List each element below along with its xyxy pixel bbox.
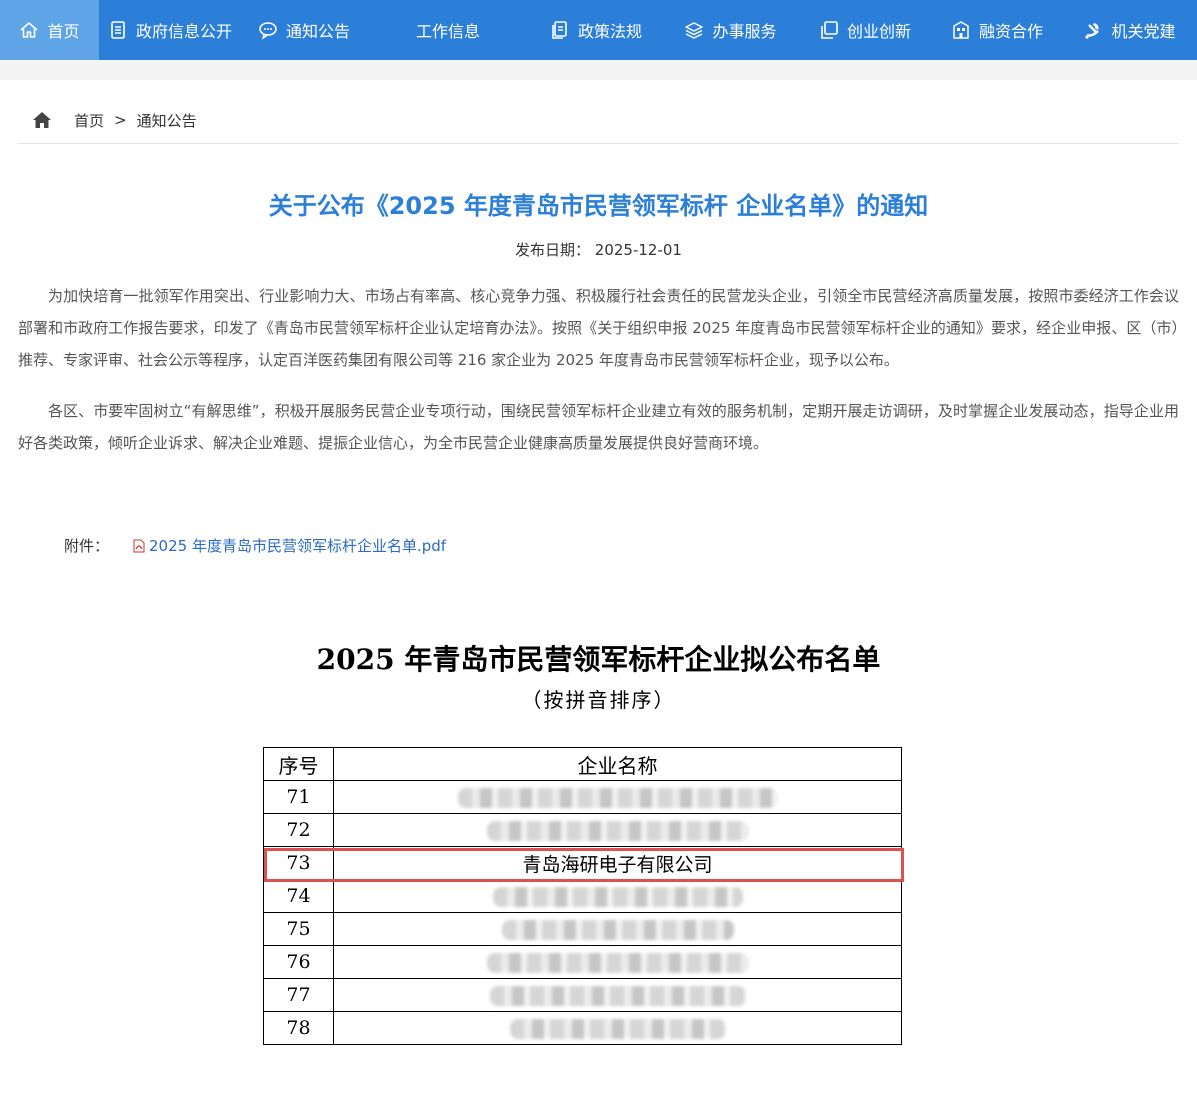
publish-date-value: 2025-12-01 [594, 241, 682, 259]
article-title: 关于公布《2025 年度青岛市民营领军标杆 企业名单》的通知 [268, 192, 929, 220]
company-name-blurred [333, 1011, 902, 1045]
table-header-row: 序号 企业名称 [263, 747, 902, 781]
article-paragraph: 各区、市要牢固树立“有解思维”，积极开展服务民营企业专项行动，围绕民营领军标杆企… [18, 402, 1179, 452]
nav-item-label: 创业创新 [846, 22, 911, 41]
header-strip [0, 60, 1197, 80]
breadcrumb-separator: > [114, 111, 127, 129]
breadcrumb-current[interactable]: 通知公告 [137, 110, 197, 131]
company-table: 序号 企业名称 71 72 73 青岛海研电子有限公司 74 75 76 77 … [263, 747, 902, 1045]
company-name-blurred [333, 912, 902, 946]
table-row: 71 [263, 780, 902, 814]
nav-item-policies[interactable]: 政策法规 [529, 0, 663, 60]
attachment-link[interactable]: 2025 年度青岛市民营领军标杆企业名单.pdf [149, 535, 446, 556]
document-icon [111, 21, 125, 39]
nav-item-label: 通知公告 [285, 22, 350, 41]
breadcrumb: 首页 > 通知公告 [32, 108, 197, 132]
nav-item-work-info[interactable]: 工作信息 [367, 0, 529, 60]
nav-item-services[interactable]: 办事服务 [663, 0, 798, 60]
table-row: 76 [263, 945, 902, 979]
company-name-blurred [333, 813, 902, 847]
table-row: 77 [263, 978, 902, 1012]
nav-item-label: 政策法规 [577, 22, 642, 41]
table-row: 74 [263, 879, 902, 913]
table-row-highlighted: 73 青岛海研电子有限公司 [263, 846, 902, 880]
document-subtitle: （按拼音排序） [521, 688, 676, 712]
nav-item-financing[interactable]: 融资合作 [932, 0, 1062, 60]
breadcrumb-home-link[interactable]: 首页 [74, 110, 104, 131]
header-company-name: 企业名称 [333, 747, 902, 781]
company-name-blurred [333, 978, 902, 1012]
row-number: 75 [263, 912, 334, 946]
row-number: 78 [263, 1011, 334, 1045]
home-icon [20, 22, 39, 38]
nav-item-party[interactable]: 机关党建 [1062, 0, 1197, 60]
attachment-label: 附件： [64, 537, 110, 555]
pdf-icon [133, 539, 145, 552]
table-row: 78 [263, 1011, 902, 1045]
chat-icon [259, 22, 277, 40]
publish-date: 发布日期： 2025-12-01 [0, 239, 1197, 260]
row-number: 73 [263, 846, 334, 880]
nav-item-label: 政府信息公开 [135, 22, 232, 41]
row-number: 76 [263, 945, 334, 979]
nav-item-label: 机关党建 [1111, 22, 1176, 41]
nav-item-home[interactable]: 首页 [0, 0, 99, 60]
company-name-blurred [333, 945, 902, 979]
company-name-blurred [333, 780, 902, 814]
building-icon [953, 21, 969, 39]
layers-icon [685, 22, 704, 39]
party-emblem-icon [1085, 23, 1100, 39]
copy-icon [821, 21, 838, 39]
home-icon[interactable] [32, 111, 52, 129]
table-row: 75 [263, 912, 902, 946]
nav-item-label: 办事服务 [712, 22, 777, 41]
article-paragraph: 为加快培育一批领军作用突出、行业影响力大、市场占有率高、核心竞争力强、积极履行社… [18, 287, 1179, 369]
table-row: 72 [263, 813, 902, 847]
nav-item-notices[interactable]: 通知公告 [241, 0, 367, 60]
document-title: 2025 年青岛市民营领军标杆企业拟公布名单 [316, 643, 881, 676]
nav-item-label: 工作信息 [415, 22, 480, 41]
row-number: 71 [263, 780, 334, 814]
company-name: 青岛海研电子有限公司 [333, 846, 902, 880]
publish-date-label: 发布日期： [515, 241, 591, 259]
nav-item-label: 首页 [47, 22, 80, 41]
row-number: 77 [263, 978, 334, 1012]
nav-item-label: 融资合作 [978, 22, 1043, 41]
nav-item-gov-info[interactable]: 政府信息公开 [99, 0, 241, 60]
company-name-blurred [333, 879, 902, 913]
row-number: 72 [263, 813, 334, 847]
nav-item-innovation[interactable]: 创业创新 [798, 0, 932, 60]
top-navigation: 首页 政府信息公开 通知公告 工作信息 政策法规 办事服务 创业创新 融资合作 … [0, 0, 1197, 60]
header-number: 序号 [263, 747, 334, 781]
divider [18, 143, 1179, 144]
file-copy-icon [552, 21, 567, 39]
attachment: 附件： 2025 年度青岛市民营领军标杆企业名单.pdf [64, 535, 446, 556]
row-number: 74 [263, 879, 334, 913]
